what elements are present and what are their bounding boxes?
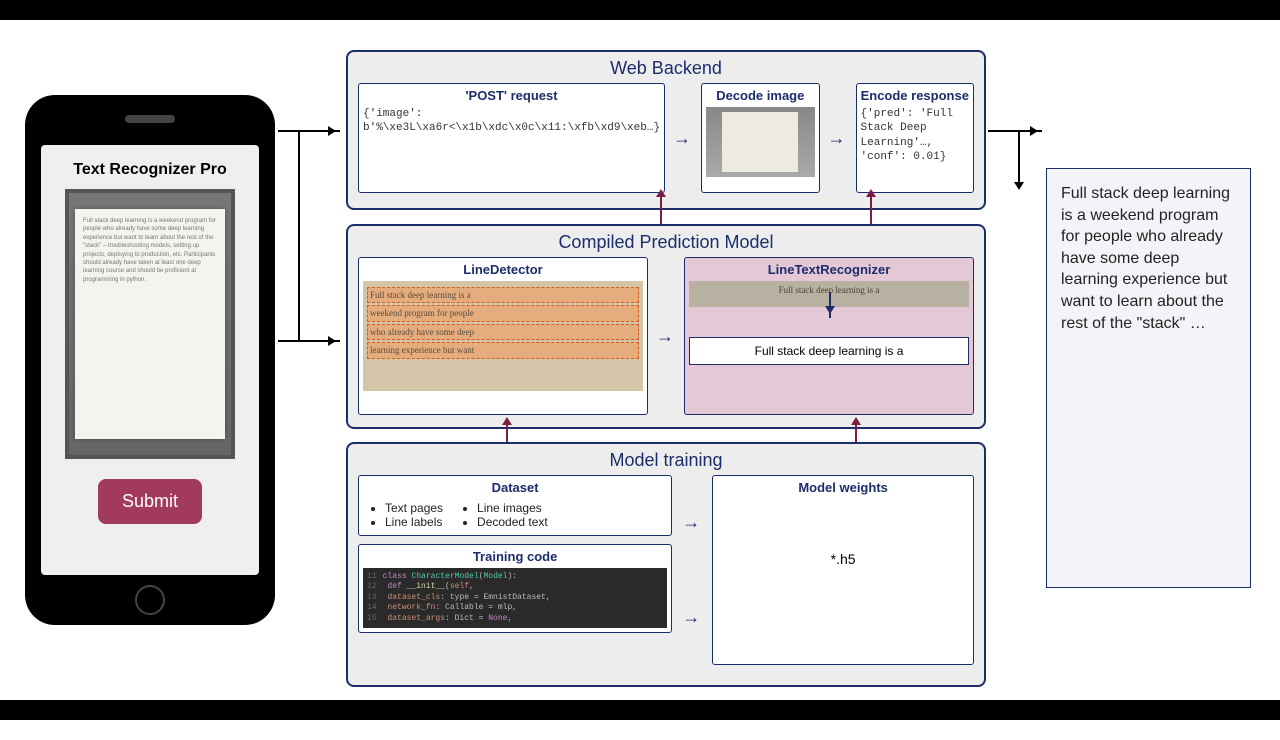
web-backend-title: Web Backend [348, 52, 984, 83]
line-text-recognizer-title: LineTextRecognizer [689, 262, 969, 277]
arrow-code-to-weights [682, 607, 702, 628]
dataset-item: Line images [477, 501, 548, 515]
phone-speaker [125, 115, 175, 123]
training-code-box: Training code 11class CharacterModel(Mod… [358, 544, 672, 633]
model-training-title: Model training [348, 444, 984, 475]
encode-response-box: Encode response {'pred': 'Full Stack Dee… [856, 83, 974, 193]
phone-mockup: Text Recognizer Pro Full stack deep lear… [25, 95, 275, 625]
dataset-title: Dataset [363, 480, 667, 495]
arrow-recognizer-internal [829, 292, 831, 318]
post-request-box: 'POST' request {'image': b'%\xe3L\xa6r<\… [358, 83, 665, 193]
code-snippet: 11class CharacterModel(Model): 12 def __… [363, 568, 667, 628]
architecture-diagram: Text Recognizer Pro Full stack deep lear… [0, 20, 1280, 740]
decoded-thumbnail [706, 107, 814, 177]
submit-button[interactable]: Submit [98, 479, 202, 524]
decode-title: Decode image [706, 88, 814, 103]
app-title: Text Recognizer Pro [73, 161, 227, 179]
phone-screen: Text Recognizer Pro Full stack deep lear… [41, 145, 259, 575]
training-code-title: Training code [363, 549, 667, 564]
dataset-box: Dataset Text pages Line labels Line imag… [358, 475, 672, 536]
encode-title: Encode response [861, 88, 969, 103]
arrow-detector-to-recognizer [656, 257, 676, 415]
line-detector-title: LineDetector [363, 262, 643, 277]
output-text-box: Full stack deep learning is a weekend pr… [1046, 168, 1251, 588]
decode-image-box: Decode image [701, 83, 819, 193]
arrow-dataset-to-weights [682, 512, 702, 533]
model-weights-body: *.h5 [717, 499, 969, 619]
handwritten-paper: Full stack deep learning is a weekend pr… [75, 209, 225, 439]
recognizer-output: Full stack deep learning is a [689, 337, 969, 365]
output-text: Full stack deep learning is a weekend pr… [1061, 185, 1230, 332]
post-body: {'image': b'%\xe3L\xa6r<\x1b\xdc\x0c\x11… [363, 107, 660, 136]
arrow-phone-to-backend [278, 130, 340, 132]
arrow-output-down [1018, 130, 1020, 185]
arrow-phone-to-model [278, 340, 340, 342]
dataset-item: Text pages [385, 501, 443, 515]
input-photo: Full stack deep learning is a weekend pr… [65, 189, 235, 459]
dataset-bullets: Text pages Line labels Line images Decod… [363, 499, 667, 531]
arrow-vertical-connector [298, 130, 300, 340]
arrow-backend-to-output [988, 130, 1042, 132]
prediction-model-panel: Compiled Prediction Model LineDetector F… [346, 224, 986, 429]
line-detector-preview: Full stack deep learning is a weekend pr… [363, 281, 643, 391]
model-weights-title: Model weights [717, 480, 969, 495]
line-text-recognizer-box: LineTextRecognizer Full stack deep learn… [684, 257, 974, 415]
model-weights-box: Model weights *.h5 [712, 475, 974, 665]
encode-body: {'pred': 'Full Stack Deep Learning'…, 'c… [861, 107, 969, 164]
line-detector-box: LineDetector Full stack deep learning is… [358, 257, 648, 415]
dataset-item: Decoded text [477, 515, 548, 529]
arrow-decode-to-encode [828, 83, 848, 193]
arrow-post-to-decode [673, 83, 693, 193]
arrow-output-head [1014, 182, 1024, 195]
model-training-panel: Model training Dataset Text pages Line l… [346, 442, 986, 687]
web-backend-panel: Web Backend 'POST' request {'image': b'%… [346, 50, 986, 210]
phone-home-button[interactable] [135, 585, 165, 615]
prediction-model-title: Compiled Prediction Model [348, 226, 984, 257]
post-title: 'POST' request [363, 88, 660, 103]
dataset-item: Line labels [385, 515, 443, 529]
